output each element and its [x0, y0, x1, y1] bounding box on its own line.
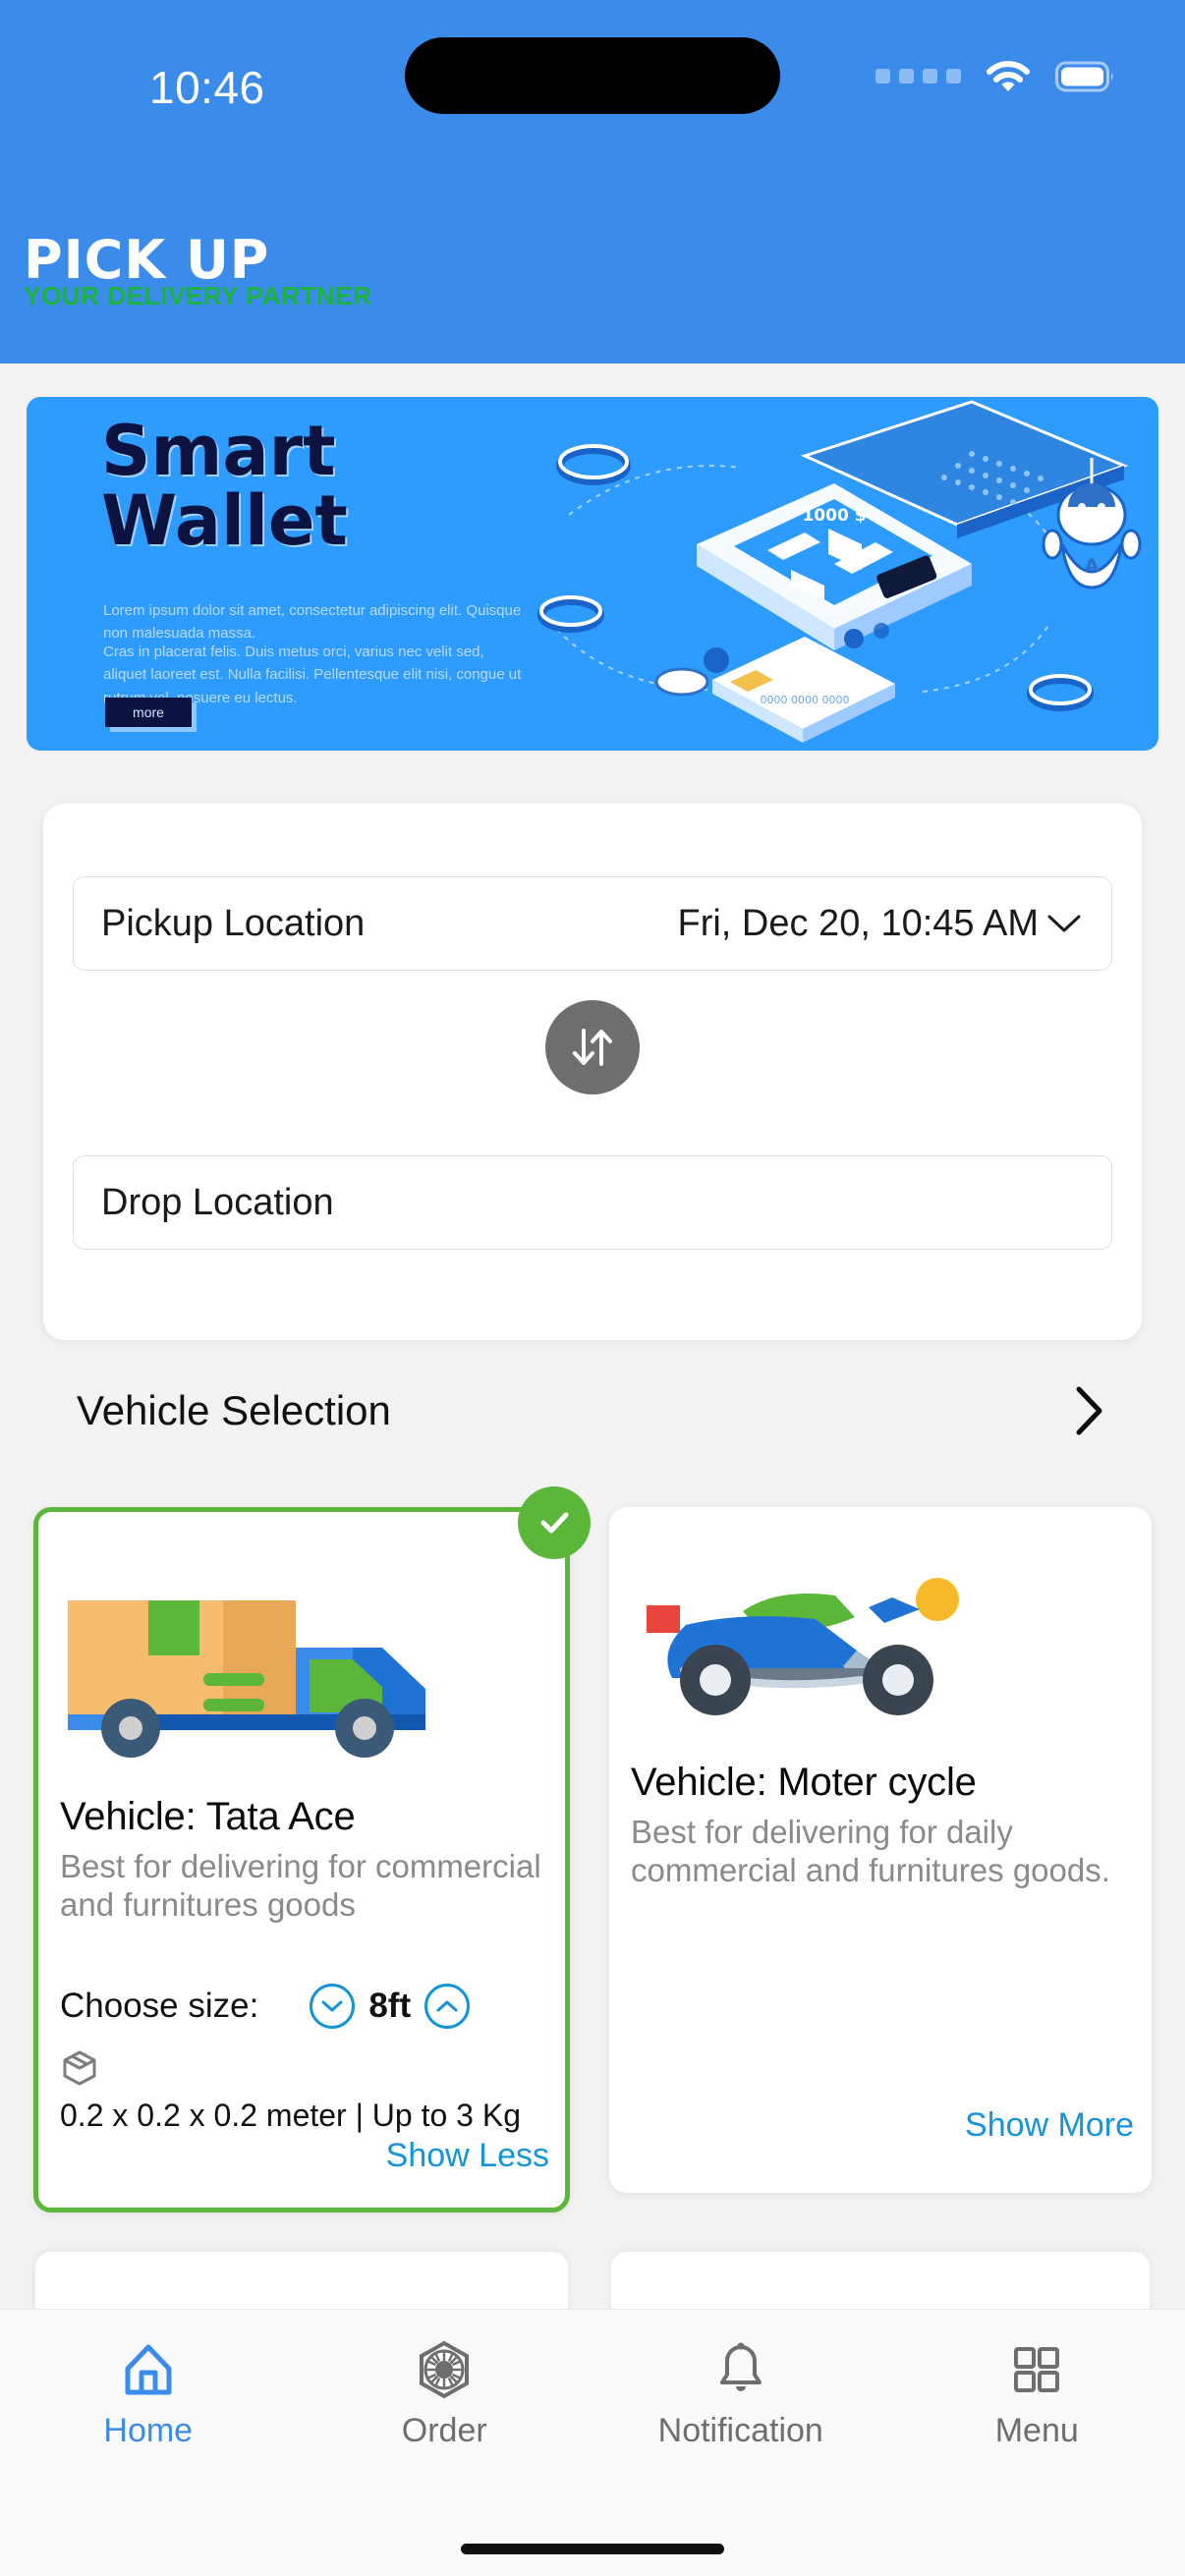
pickup-location-field[interactable]: Pickup Location Fri, Dec 20, 10:45 AM	[73, 876, 1112, 971]
bottom-navigation-bar: Home Order Notification Menu	[0, 2309, 1185, 2576]
status-bar-icons	[875, 61, 1116, 92]
banner-card-number: 0000 0000 0000	[761, 694, 850, 706]
show-more-link[interactable]: Show More	[965, 2106, 1134, 2145]
nav-label-home: Home	[103, 2412, 194, 2449]
choose-size-label: Choose size:	[60, 1987, 259, 2025]
scooter-icon	[647, 1578, 959, 1715]
vehicle-title: Vehicle: Moter cycle	[631, 1761, 977, 1804]
vehicle-size-value: 8ft	[368, 1987, 412, 2025]
wifi-icon	[987, 61, 1030, 92]
status-bar-time: 10:46	[149, 62, 265, 113]
chevron-down-circle-icon[interactable]	[310, 1984, 356, 2029]
vehicle-size-selector[interactable]: Choose size: 8ft	[60, 1984, 551, 2029]
promo-banner-more-button[interactable]: more	[105, 698, 192, 727]
delivery-truck-icon	[68, 1600, 425, 1758]
promo-banner[interactable]: Smart Wallet Lorem ipsum dolor sit amet,…	[27, 397, 1158, 751]
nav-item-home[interactable]: Home	[0, 2339, 297, 2450]
promo-title-line-1: Smart	[101, 411, 336, 491]
promo-banner-title: Smart Wallet	[101, 416, 348, 557]
svg-text:A: A	[1085, 555, 1100, 577]
nav-item-notification[interactable]: Notification	[592, 2339, 889, 2450]
chevron-down-icon	[1047, 915, 1081, 932]
home-icon	[125, 2344, 172, 2395]
drop-location-label: Drop Location	[101, 1181, 334, 1223]
vehicle-description: Best for delivering for commercial and f…	[60, 1848, 541, 1923]
swap-vertical-icon	[573, 1029, 612, 1066]
nav-label-order: Order	[401, 2412, 487, 2449]
package-box-icon	[60, 2048, 99, 2093]
battery-full-icon	[1055, 61, 1116, 92]
check-circle-icon	[518, 1486, 591, 1559]
smart-wallet-illustration: 1000 $ 0000 0000 0000 A	[537, 400, 1142, 743]
chevron-up-circle-icon[interactable]	[424, 1984, 471, 2029]
promo-banner-paragraph-1: Lorem ipsum dolor sit amet, consectetur …	[103, 602, 522, 643]
promo-title-line-2: Wallet	[101, 480, 348, 562]
app-logo-title: PICK UP	[24, 229, 270, 291]
show-less-link[interactable]: Show Less	[386, 2137, 549, 2175]
app-screen: 10:46 PICK UP YOUR DELIVERY PARTNER Smar…	[0, 0, 1185, 2576]
pickup-datetime-selector[interactable]: Fri, Dec 20, 10:45 AM	[678, 903, 1085, 945]
order-hexagon-icon	[420, 2340, 470, 2399]
drop-location-field[interactable]: Drop Location	[73, 1155, 1112, 1250]
app-logo-tagline: YOUR DELIVERY PARTNER	[24, 281, 372, 310]
bell-icon	[719, 2342, 762, 2391]
dynamic-island	[405, 37, 780, 114]
nav-label-notification: Notification	[657, 2412, 823, 2449]
pickup-location-label: Pickup Location	[101, 902, 366, 944]
nav-item-menu[interactable]: Menu	[889, 2339, 1185, 2450]
vehicle-card-tata-ace[interactable]: Vehicle: Tata Ace Best for delivering fo…	[33, 1486, 591, 2212]
vehicle-dimensions: 0.2 x 0.2 x 0.2 meter | Up to 3 Kg	[60, 2098, 521, 2133]
status-bar: 10:46	[0, 0, 1185, 157]
grid-menu-icon	[1014, 2347, 1060, 2392]
vehicle-card-next-row-right[interactable]	[609, 2250, 1152, 2309]
vehicle-selection-header[interactable]: Vehicle Selection	[0, 1366, 1185, 1456]
nav-item-order[interactable]: Order	[297, 2339, 593, 2450]
banner-amount-label: 1000 $	[802, 506, 866, 526]
app-header: 10:46 PICK UP YOUR DELIVERY PARTNER	[0, 0, 1185, 364]
vehicle-card-moter-cycle[interactable]: Vehicle: Moter cycle Best for delivering…	[609, 1507, 1152, 2193]
vehicle-description: Best for delivering for daily commercial…	[631, 1814, 1110, 1888]
app-logo: PICK UP YOUR DELIVERY PARTNER	[24, 234, 372, 311]
vehicle-selection-title: Vehicle Selection	[77, 1387, 391, 1433]
pickup-datetime-value: Fri, Dec 20, 10:45 AM	[677, 902, 1040, 944]
location-card: Pickup Location Fri, Dec 20, 10:45 AM Dr…	[43, 804, 1142, 1340]
home-indicator[interactable]	[461, 2544, 724, 2554]
chevron-right-icon[interactable]	[1067, 1381, 1110, 1440]
nav-label-menu: Menu	[994, 2412, 1079, 2449]
vehicle-title: Vehicle: Tata Ace	[60, 1795, 356, 1838]
signal-dots-icon	[875, 68, 961, 85]
vehicle-card-next-row-left[interactable]	[33, 2250, 570, 2309]
swap-locations-button[interactable]	[545, 1000, 640, 1094]
